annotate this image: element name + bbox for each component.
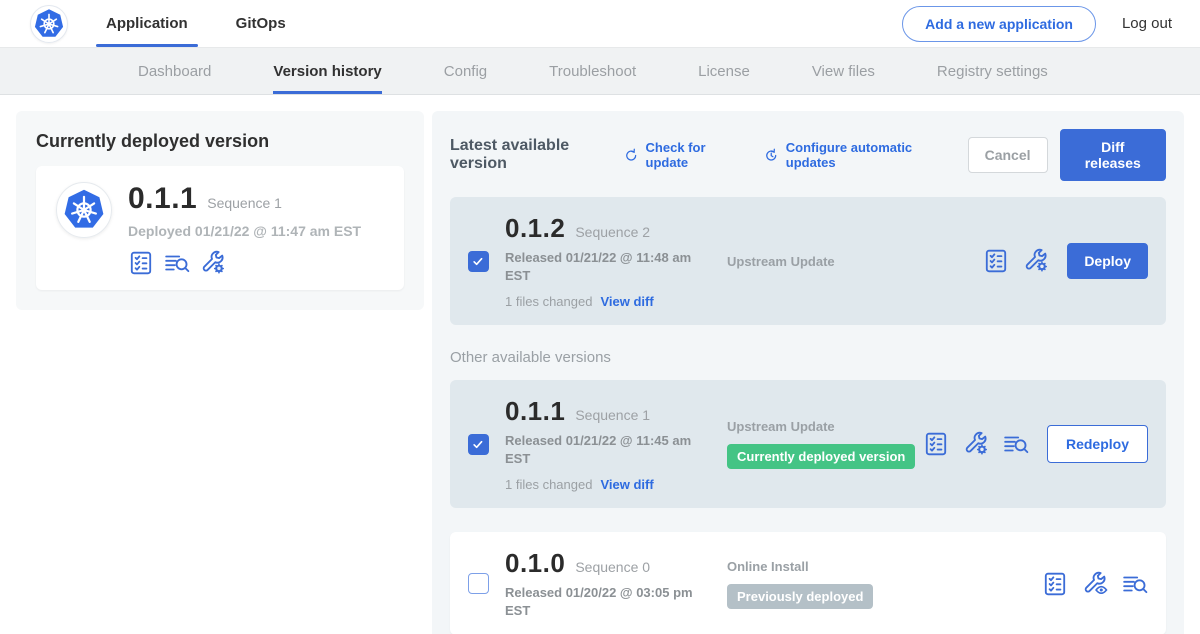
diff-releases-button[interactable]: Diff releases (1060, 129, 1166, 181)
version-info: 0.1.2 Sequence 2 Released 01/21/22 @ 11:… (505, 213, 713, 309)
app-subnav: Dashboard Version history Config Trouble… (0, 48, 1200, 95)
checkmark-icon (471, 254, 486, 269)
edit-config-icon[interactable] (1023, 248, 1049, 274)
deployed-timestamp: Deployed 01/21/22 @ 11:47 am EST (128, 223, 361, 239)
redeploy-button[interactable]: Redeploy (1047, 425, 1148, 463)
version-info: 0.1.0 Sequence 0 Released 01/20/22 @ 03:… (505, 548, 713, 619)
currently-deployed-card: Currently deployed version 0.1.1 Sequenc… (16, 111, 424, 310)
refresh-icon (623, 146, 639, 165)
deployed-sequence: Sequence 1 (207, 195, 282, 211)
config-view-icon[interactable] (1082, 571, 1108, 597)
header-actions: Add a new application Log out (902, 0, 1172, 47)
currently-deployed-title: Currently deployed version (36, 131, 404, 152)
kubernetes-logo-icon (33, 8, 65, 40)
latest-version-header: Latest available version Check for updat… (450, 129, 1166, 181)
version-sequence: Sequence 2 (575, 224, 650, 240)
version-sequence: Sequence 0 (575, 559, 650, 575)
subnav-registry-settings[interactable]: Registry settings (937, 48, 1048, 94)
preflight-checks-icon[interactable] (128, 250, 154, 276)
version-actions (1042, 571, 1148, 597)
released-timestamp: Released 01/20/22 @ 03:05 pm EST (505, 584, 693, 619)
version-row-0-1-2: 0.1.2 Sequence 2 Released 01/21/22 @ 11:… (450, 197, 1166, 325)
version-number: 0.1.1 (505, 396, 565, 427)
released-timestamp: Released 01/21/22 @ 11:45 am EST (505, 432, 693, 467)
files-changed: 1 files changed (505, 294, 592, 309)
subnav-troubleshoot[interactable]: Troubleshoot (549, 48, 636, 94)
preflight-checks-icon[interactable] (1042, 571, 1068, 597)
deployed-version-info: 0.1.1 Sequence 1 Deployed 01/21/22 @ 11:… (128, 182, 361, 276)
other-versions-title: Other available versions (450, 349, 1166, 366)
version-number: 0.1.0 (505, 548, 565, 579)
files-changed: 1 files changed (505, 477, 592, 492)
edit-config-icon[interactable] (200, 250, 226, 276)
check-for-update-label: Check for update (646, 140, 738, 170)
subnav-license[interactable]: License (698, 48, 750, 94)
deploy-button[interactable]: Deploy (1067, 243, 1148, 279)
view-diff-link[interactable]: View diff (600, 477, 653, 492)
view-files-icon[interactable] (1003, 431, 1029, 457)
version-source: Upstream Update (713, 254, 983, 269)
currently-deployed-badge: Currently deployed version (727, 444, 915, 469)
source-label: Upstream Update (727, 254, 983, 269)
view-files-icon[interactable] (1122, 571, 1148, 597)
check-for-update-link[interactable]: Check for update (623, 140, 737, 170)
version-row-0-1-1: 0.1.1 Sequence 1 Released 01/21/22 @ 11:… (450, 380, 1166, 508)
released-timestamp: Released 01/21/22 @ 11:48 am EST (505, 249, 693, 284)
add-application-button[interactable]: Add a new application (902, 6, 1096, 42)
version-number: 0.1.2 (505, 213, 565, 244)
preflight-checks-icon[interactable] (923, 431, 949, 457)
configure-updates-label: Configure automatic updates (786, 140, 942, 170)
edit-config-icon[interactable] (963, 431, 989, 457)
view-diff-link[interactable]: View diff (600, 294, 653, 309)
tab-gitops[interactable]: GitOps (232, 0, 290, 47)
subnav-config[interactable]: Config (444, 48, 487, 94)
version-checkbox[interactable] (468, 251, 489, 272)
latest-version-title: Latest available version (450, 137, 607, 173)
kubernetes-app-icon (62, 188, 106, 232)
deployed-actions (128, 250, 361, 276)
app-icon (56, 182, 112, 238)
kubernetes-logo (30, 5, 68, 43)
deployed-version-number: 0.1.1 (128, 182, 197, 216)
view-files-icon[interactable] (164, 250, 190, 276)
version-info: 0.1.1 Sequence 1 Released 01/21/22 @ 11:… (505, 396, 713, 492)
version-checkbox[interactable] (468, 573, 489, 594)
logout-button[interactable]: Log out (1122, 15, 1172, 32)
subnav-dashboard[interactable]: Dashboard (138, 48, 211, 94)
previously-deployed-badge: Previously deployed (727, 584, 873, 609)
left-column: Currently deployed version 0.1.1 Sequenc… (16, 111, 424, 310)
subnav-version-history[interactable]: Version history (273, 48, 381, 94)
version-history-panel: Latest available version Check for updat… (432, 111, 1184, 634)
version-row-0-1-0: 0.1.0 Sequence 0 Released 01/20/22 @ 03:… (450, 532, 1166, 634)
version-actions: Redeploy (923, 425, 1148, 463)
right-column: Latest available version Check for updat… (432, 111, 1184, 634)
version-actions: Deploy (983, 243, 1148, 279)
checkmark-icon (471, 437, 486, 452)
cancel-button[interactable]: Cancel (968, 137, 1048, 173)
tab-application[interactable]: Application (102, 0, 192, 47)
version-sequence: Sequence 1 (575, 407, 650, 423)
source-label: Online Install (727, 559, 1042, 574)
version-checkbox[interactable] (468, 434, 489, 455)
version-source: Online Install Previously deployed (713, 559, 1042, 609)
subnav-view-files[interactable]: View files (812, 48, 875, 94)
top-header: Application GitOps Add a new application… (0, 0, 1200, 48)
deployed-version-card: 0.1.1 Sequence 1 Deployed 01/21/22 @ 11:… (36, 166, 404, 290)
preflight-checks-icon[interactable] (983, 248, 1009, 274)
version-source: Upstream Update Currently deployed versi… (713, 419, 923, 469)
source-label: Upstream Update (727, 419, 923, 434)
main-content: Currently deployed version 0.1.1 Sequenc… (0, 95, 1200, 634)
clock-refresh-icon (763, 146, 779, 165)
configure-updates-link[interactable]: Configure automatic updates (763, 140, 941, 170)
